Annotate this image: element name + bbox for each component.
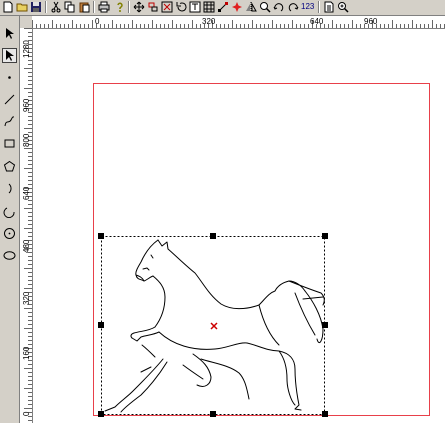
rotate-cw-icon[interactable] [287, 1, 299, 13]
node-edit-icon[interactable] [2, 48, 17, 63]
save-icon[interactable] [30, 1, 42, 13]
handle-bottom-right[interactable] [322, 411, 328, 417]
handle-middle-left[interactable] [98, 322, 104, 328]
select-arrow-icon[interactable] [2, 26, 17, 41]
handle-bottom-center[interactable] [210, 411, 216, 417]
v-ruler-label: 320 [22, 291, 31, 305]
copy-icon[interactable] [64, 1, 76, 13]
toolbar-separator [128, 1, 130, 13]
node-icon[interactable] [217, 1, 229, 13]
horizontal-ruler[interactable]: 0 320 640 960 [32, 16, 445, 29]
spiral-icon[interactable] [2, 204, 17, 219]
help-icon[interactable] [114, 1, 126, 13]
handle-top-left[interactable] [98, 233, 104, 239]
toolbar-separator [93, 1, 95, 13]
center-point-icon[interactable] [231, 1, 243, 13]
ellipse-icon[interactable] [2, 248, 17, 263]
cut-icon[interactable] [50, 1, 62, 13]
handle-top-center[interactable] [210, 233, 216, 239]
polygon-icon[interactable] [2, 159, 17, 174]
toolbar-separator [45, 1, 47, 13]
h-ruler-label: 0 [95, 17, 100, 26]
rectangle-icon[interactable] [2, 136, 17, 151]
h-ruler-label: 960 [364, 17, 378, 26]
v-ruler-label: 480 [22, 239, 31, 253]
curve-icon[interactable] [2, 114, 17, 129]
v-ruler-label: 800 [22, 133, 31, 147]
handle-top-right[interactable] [322, 233, 328, 239]
zoom-fit-icon[interactable] [337, 1, 349, 13]
v-ruler-label: 1280 [22, 40, 31, 58]
align-icon[interactable] [147, 1, 159, 13]
v-ruler-label: 640 [22, 186, 31, 200]
grid-icon[interactable] [203, 1, 215, 13]
text-icon[interactable] [189, 1, 201, 13]
paste-icon[interactable] [78, 1, 90, 13]
handle-bottom-left[interactable] [98, 411, 104, 417]
new-file-icon[interactable] [2, 1, 14, 13]
undo-icon[interactable] [175, 1, 187, 13]
main-toolbar: 123 [0, 0, 445, 16]
rotate-icon[interactable] [273, 1, 285, 13]
number-text-icon[interactable]: 123 [301, 2, 314, 11]
h-ruler-label: 640 [310, 17, 324, 26]
drawing-toolbox [0, 16, 20, 423]
v-ruler-label: 960 [22, 98, 31, 112]
toolbar-separator [318, 1, 320, 13]
arc-icon[interactable] [2, 181, 17, 196]
delete-node-icon[interactable] [161, 1, 173, 13]
zoom-icon[interactable] [259, 1, 271, 13]
v-ruler-label: 160 [22, 346, 31, 360]
circle-center-icon[interactable] [2, 226, 17, 241]
page-icon[interactable] [323, 1, 335, 13]
move-icon[interactable] [133, 1, 145, 13]
page-border [93, 83, 430, 416]
cad-editor-window: 123 0 320 640 960 1280 960 800 640 480 3… [0, 0, 445, 423]
point-icon[interactable] [2, 70, 17, 85]
h-ruler-label: 320 [202, 17, 216, 26]
print-icon[interactable] [98, 1, 110, 13]
drawing-canvas[interactable] [33, 29, 445, 423]
mirror-icon[interactable] [245, 1, 257, 13]
open-folder-icon[interactable] [16, 1, 28, 13]
v-ruler-label: 0 [22, 411, 31, 416]
center-marker [210, 322, 218, 330]
line-icon[interactable] [2, 92, 17, 107]
vertical-ruler[interactable]: 1280 960 800 640 480 320 160 0 [20, 28, 33, 423]
